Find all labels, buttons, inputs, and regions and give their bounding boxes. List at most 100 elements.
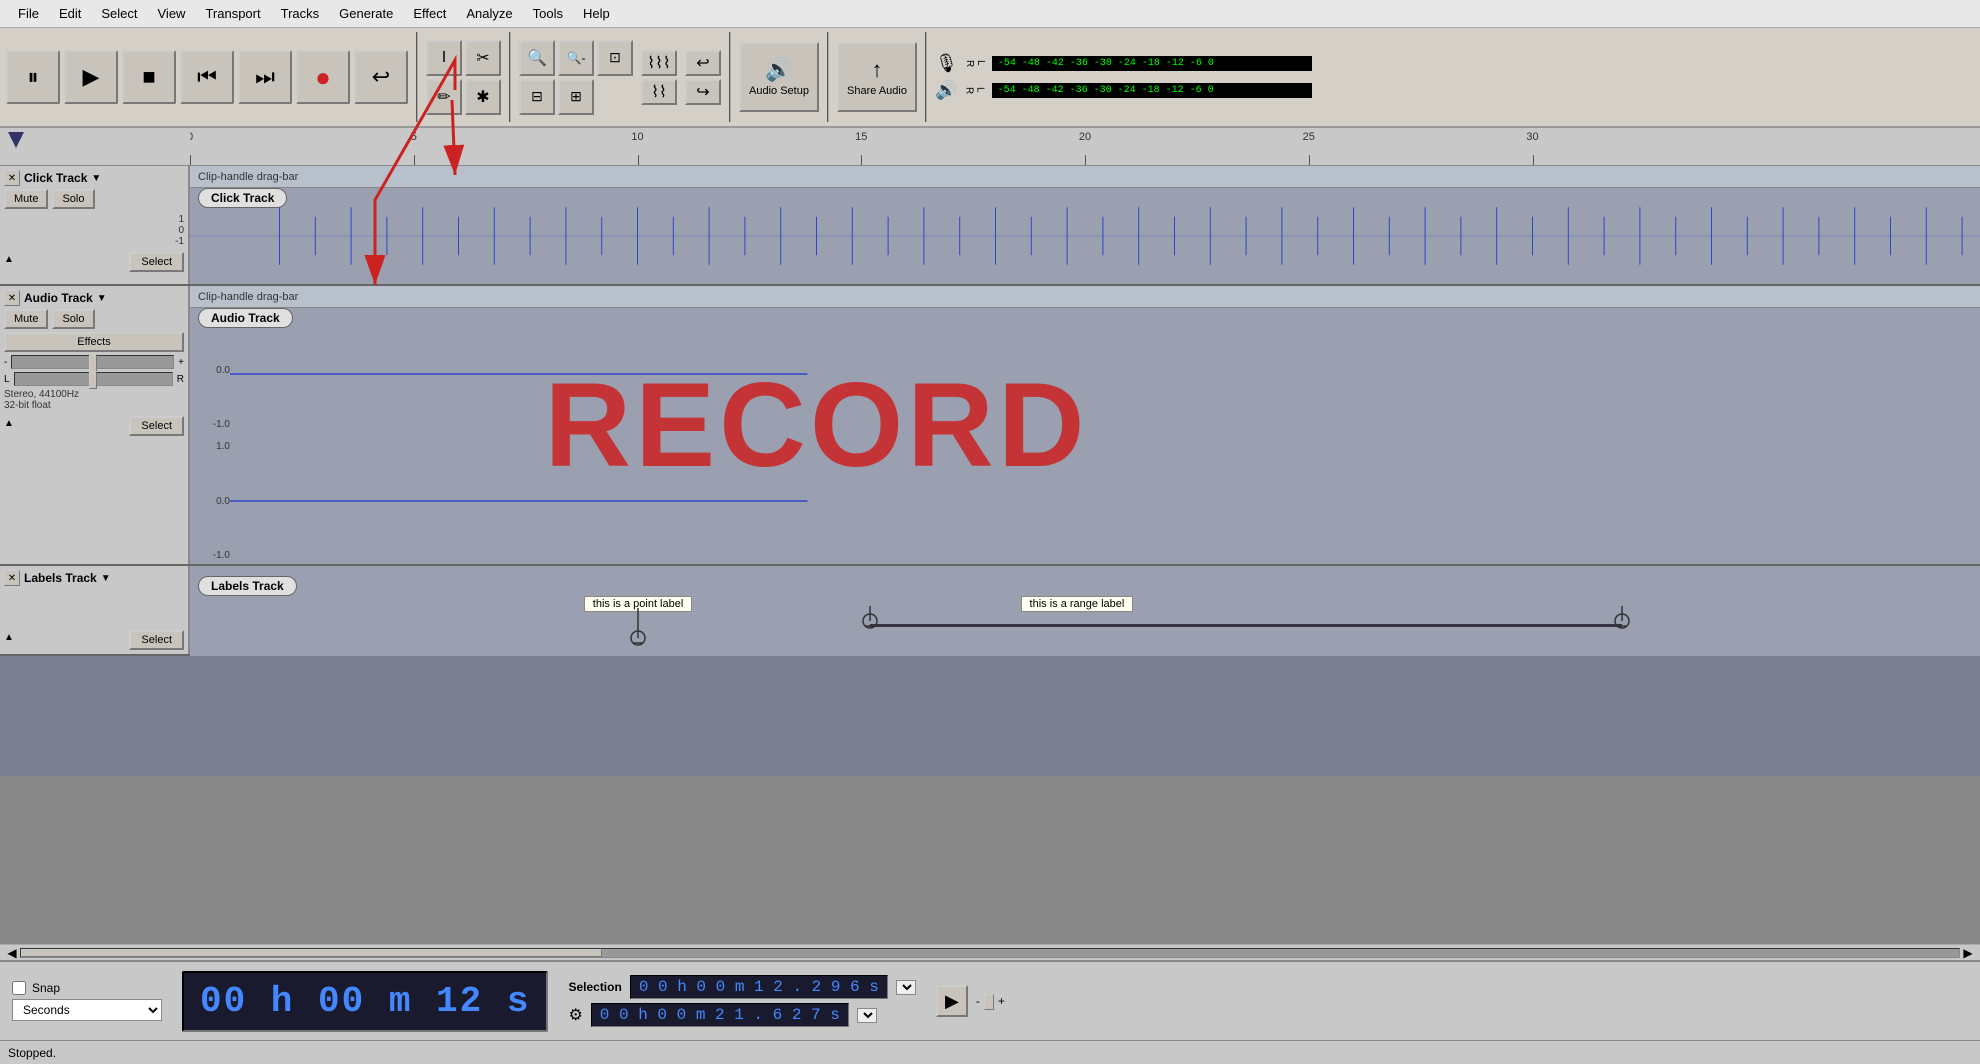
selection-section: Selection 0 0 h 0 0 m 1 2 . 2 9 6 s ▼ ⚙ … <box>568 975 915 1027</box>
selection-tool[interactable]: ✂ <box>465 40 501 76</box>
audio-track-solo[interactable]: Solo <box>52 309 94 329</box>
play-button[interactable]: ▶ <box>64 50 118 104</box>
selection-gear[interactable]: ⚙ <box>568 1005 582 1025</box>
menu-generate[interactable]: Generate <box>329 4 403 23</box>
audio-track-mute[interactable]: Mute <box>4 309 48 329</box>
click-track-content[interactable]: Clip-handle drag-bar Click Track <box>190 166 1980 284</box>
playhead-start-indicator <box>8 132 24 148</box>
audio-track-collapse[interactable]: ▲ <box>4 418 20 434</box>
menu-file[interactable]: File <box>8 4 49 23</box>
menu-select[interactable]: Select <box>91 4 147 23</box>
statusbar: Stopped. <box>0 1040 1980 1064</box>
playrate-slider[interactable] <box>988 998 990 1004</box>
ruler-mark-0: 0 <box>190 131 193 143</box>
click-track-clip-handle[interactable]: Clip-handle drag-bar <box>190 166 1980 188</box>
audio-track-pan-slider[interactable] <box>14 372 173 386</box>
hscroll-track[interactable] <box>20 948 1960 958</box>
playrate-plus: + <box>998 994 1005 1008</box>
audio-setup-button[interactable]: 🔊 Audio Setup <box>739 42 819 112</box>
skip-end-button[interactable]: ⏭ <box>238 50 292 104</box>
menu-edit[interactable]: Edit <box>49 4 91 23</box>
labels-track-select[interactable]: Select <box>129 630 184 650</box>
cursor-tool[interactable]: I <box>426 40 462 76</box>
tracks-container[interactable]: ✕ Click Track ▼ Mute Solo 1 0 -1 ▲ Selec… <box>0 166 1980 944</box>
menu-help[interactable]: Help <box>573 4 620 23</box>
audio-track-select[interactable]: Select <box>129 416 184 436</box>
scroll-right-arrow[interactable]: ▶ <box>1960 945 1976 961</box>
range-label-left-handle[interactable] <box>860 606 880 646</box>
hscroll-thumb[interactable] <box>21 949 602 957</box>
time-display: 00 h 00 m 12 s <box>182 971 548 1032</box>
zoom-out-button[interactable]: 🔍- <box>558 40 594 76</box>
bottom-bar: Snap Seconds 00 h 00 m 12 s Selection 0 … <box>0 960 1980 1040</box>
labels-track-collapse[interactable]: ▲ <box>4 632 20 648</box>
click-track-solo[interactable]: Solo <box>52 189 94 209</box>
labels-track-title-row: ✕ Labels Track ▼ <box>4 570 184 586</box>
ruler-mark-5: 5 <box>411 131 417 143</box>
click-track-arrow[interactable]: ▼ <box>91 173 101 184</box>
range-label-container: this is a range label <box>870 566 1622 656</box>
vu-meters-section: 🎙 LR -54 -48 -42 -36 -30 -24 -18 -12 -6 … <box>935 32 1320 122</box>
audio-track-clip-label[interactable]: Audio Track <box>198 308 293 328</box>
scroll-left-arrow[interactable]: ◀ <box>4 945 20 961</box>
click-track-collapse[interactable]: ▲ <box>4 254 20 270</box>
gain-slider-thumb[interactable] <box>89 354 97 372</box>
audio-track-content[interactable]: Clip-handle drag-bar Audio Track 1.0 0.0… <box>190 286 1980 564</box>
labels-track-content[interactable]: Labels Track this is a point label <box>190 566 1980 656</box>
audio-track-close[interactable]: ✕ <box>4 290 20 306</box>
audio-track-info: Stereo, 44100Hz32-bit float <box>4 389 184 411</box>
zoom-in-button[interactable]: 🔍 <box>519 40 555 76</box>
skip-start-button[interactable]: ⏮ <box>180 50 234 104</box>
menu-tools[interactable]: Tools <box>523 4 573 23</box>
menu-tracks[interactable]: Tracks <box>271 4 330 23</box>
labels-track-arrow[interactable]: ▼ <box>101 573 111 584</box>
selection-end-dropdown[interactable]: ▼ <box>857 1008 877 1023</box>
ruler-mark-10: 10 <box>631 131 643 143</box>
click-track-clip-label[interactable]: Click Track <box>198 188 287 208</box>
pan-slider-thumb[interactable] <box>89 371 97 389</box>
undo-button[interactable]: ↩ <box>685 50 721 76</box>
toolbar: ⏸ ▶ ■ ⏮ ⏭ ● ↩ I ✂ ✏ ✱ 🔍 🔍- ⊡ ⊟ ⊞ ⌇⌇⌇ ⌇⌇ … <box>0 28 1980 128</box>
zoom-toggle-button[interactable]: ⊞ <box>558 79 594 115</box>
multi-tool[interactable]: ✱ <box>465 79 501 115</box>
empty-track-area <box>0 656 1980 776</box>
stop-button[interactable]: ■ <box>122 50 176 104</box>
click-track-select[interactable]: Select <box>129 252 184 272</box>
waveform-toggle-button[interactable]: ⌇⌇⌇ <box>641 50 677 76</box>
seconds-select[interactable]: Seconds <box>12 999 162 1021</box>
range-label-right-handle[interactable] <box>1612 606 1632 646</box>
click-track-select-row: ▲ Select <box>4 252 184 272</box>
share-audio-button[interactable]: ↑ Share Audio <box>837 42 917 112</box>
menu-view[interactable]: View <box>148 4 196 23</box>
click-track-close[interactable]: ✕ <box>4 170 20 186</box>
menu-effect[interactable]: Effect <box>403 4 456 23</box>
audio-setup-section: 🔊 Audio Setup <box>739 32 829 122</box>
ruler-marks[interactable]: 0 5 10 15 20 25 30 <box>190 128 1980 165</box>
snap-section: Snap Seconds <box>12 981 162 1021</box>
snap-row: Snap <box>12 981 162 995</box>
loop-button[interactable]: ↩ <box>354 50 408 104</box>
snap-checkbox[interactable] <box>12 981 26 995</box>
audio-track-gain-slider[interactable] <box>11 355 174 369</box>
audio-waveform-left <box>230 310 1980 438</box>
record-button[interactable]: ● <box>296 50 350 104</box>
range-label-text[interactable]: this is a range label <box>1021 596 1134 612</box>
fit-project-button[interactable]: ⊡ <box>597 40 633 76</box>
zoom-sel-button[interactable]: ⊟ <box>519 79 555 115</box>
selection-start-dropdown[interactable]: ▼ <box>896 980 916 995</box>
menu-analyze[interactable]: Analyze <box>456 4 522 23</box>
click-track-mute[interactable]: Mute <box>4 189 48 209</box>
pause-button[interactable]: ⏸ <box>6 50 60 104</box>
menu-transport[interactable]: Transport <box>195 4 270 23</box>
redo-button[interactable]: ↪ <box>685 79 721 105</box>
labels-track-close[interactable]: ✕ <box>4 570 20 586</box>
audio-track-effects[interactable]: Effects <box>4 332 184 352</box>
audio-track-arrow[interactable]: ▼ <box>97 293 107 304</box>
audio-track-clip-handle[interactable]: Clip-handle drag-bar <box>190 286 1980 308</box>
play-small-button[interactable]: ▶ <box>936 985 968 1017</box>
labels-track-clip-label[interactable]: Labels Track <box>198 576 297 596</box>
spectrum-toggle-button[interactable]: ⌇⌇ <box>641 79 677 105</box>
playrate-thumb[interactable] <box>984 994 994 1010</box>
ruler-mark-20: 20 <box>1079 131 1091 143</box>
pencil-tool[interactable]: ✏ <box>426 79 462 115</box>
